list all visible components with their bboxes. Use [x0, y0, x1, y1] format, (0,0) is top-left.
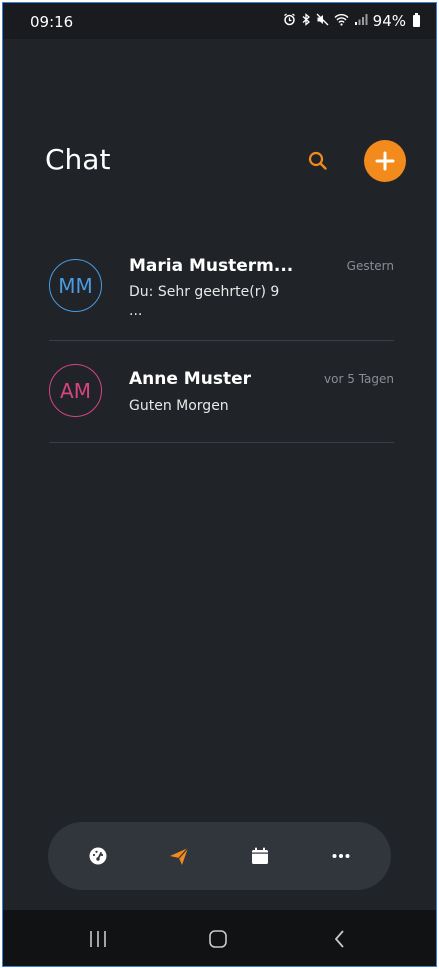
status-time: 09:16: [30, 13, 74, 31]
back-icon: [334, 930, 344, 948]
chat-preview-line: Guten Morgen: [129, 398, 229, 414]
system-nav-bar: [3, 910, 436, 966]
nav-calendar[interactable]: [248, 844, 272, 868]
avatar-initials: AM: [60, 378, 91, 403]
dashboard-icon: [89, 847, 107, 865]
chat-preview-line: Du: Sehr geehrte(r) 9: [129, 284, 280, 300]
battery-percent: 94%: [372, 12, 406, 30]
phone-screen: 09:16 94% Chat MM Maria Musterm... Geste…: [2, 2, 437, 967]
recent-apps-icon: [90, 931, 106, 947]
home-button[interactable]: [207, 928, 229, 950]
bluetooth-icon: [301, 12, 311, 30]
mute-icon: [316, 13, 329, 30]
nav-more[interactable]: [329, 844, 353, 868]
chat-item-maria[interactable]: MM Maria Musterm... Gestern Du: Sehr gee…: [3, 233, 436, 341]
chat-name: Maria Musterm...: [129, 256, 294, 276]
signal-icon: [354, 13, 368, 30]
chat-preview: Guten Morgen: [129, 397, 299, 416]
add-chat-button[interactable]: [364, 140, 406, 182]
send-icon: [170, 847, 189, 865]
back-button[interactable]: [329, 928, 351, 950]
alarm-icon: [283, 12, 296, 30]
chat-name: Anne Muster: [129, 369, 251, 389]
chat-preview-line: ...: [129, 303, 143, 319]
page-title: Chat: [45, 143, 111, 176]
status-bar: 09:16 94%: [3, 3, 436, 39]
status-icons: 94%: [283, 12, 420, 30]
chat-time: vor 5 Tagen: [324, 372, 394, 386]
recent-apps-button[interactable]: [87, 928, 109, 950]
search-icon: [308, 151, 327, 170]
chat-time: Gestern: [346, 259, 394, 273]
search-button[interactable]: [305, 148, 331, 174]
wifi-icon: [334, 13, 349, 30]
plus-icon: [375, 151, 395, 171]
avatar: AM: [49, 364, 102, 417]
bottom-nav: [48, 822, 391, 890]
battery-icon: [413, 13, 420, 27]
more-icon: [332, 854, 350, 858]
chat-item-anne[interactable]: AM Anne Muster vor 5 Tagen Guten Morgen: [3, 341, 436, 443]
chat-preview: Du: Sehr geehrte(r) 9 ...: [129, 283, 299, 321]
avatar: MM: [49, 259, 102, 312]
nav-dashboard[interactable]: [86, 844, 110, 868]
avatar-initials: MM: [58, 273, 93, 298]
nav-chat[interactable]: [167, 844, 191, 868]
home-icon: [209, 930, 227, 948]
calendar-icon: [252, 847, 268, 864]
divider: [49, 442, 394, 443]
